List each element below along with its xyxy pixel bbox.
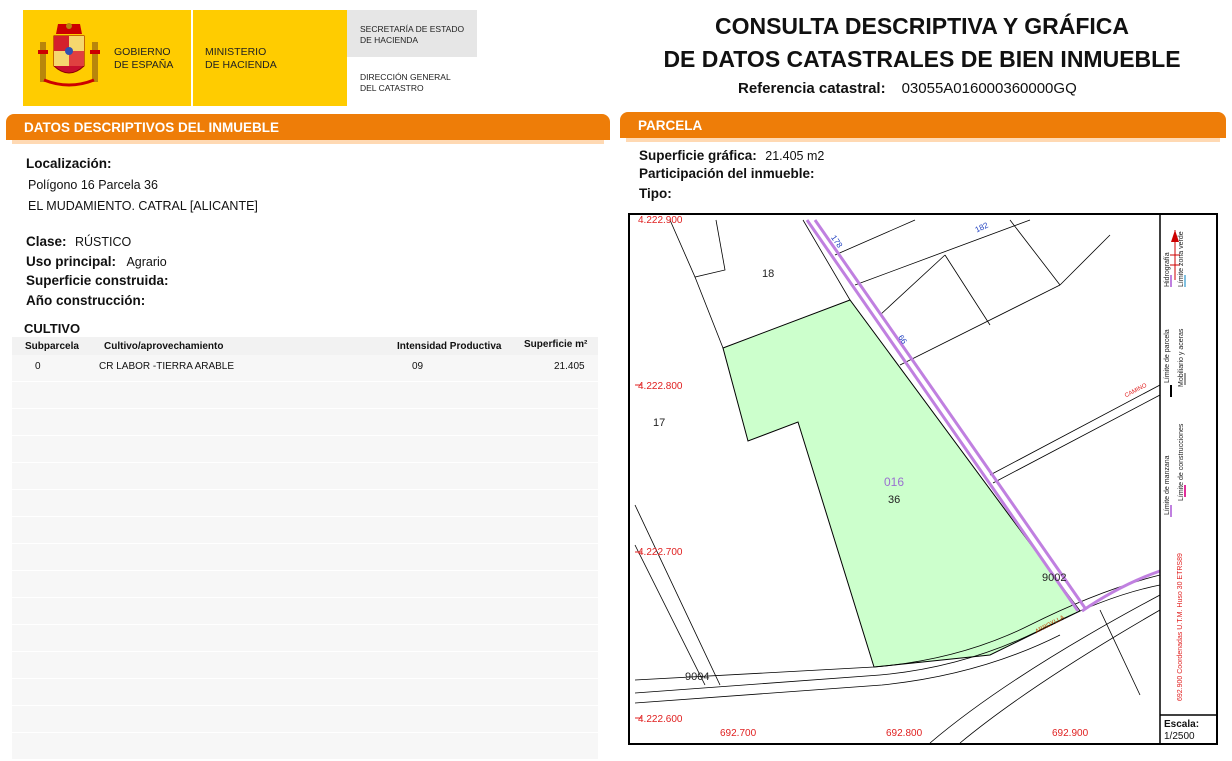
sup-grafica-label: Superficie gráfica: [639,148,757,163]
legend-col2b: Mobiliario y aceras [1178,329,1188,397]
table-row [12,517,598,544]
table-row [12,706,598,733]
localizacion-line1: Polígono 16 Parcela 36 [28,178,158,192]
legend-col1c: Hidrografía [1164,252,1174,297]
uso-label: Uso principal: [26,254,117,269]
table-row [12,625,598,652]
section-bar-shadow [626,138,1220,142]
localizacion-label: Localización: [26,156,112,171]
anio-construccion-label: Año construcción: [26,293,146,308]
x-coord: 692.900 [1052,728,1089,739]
coords-note: 692.900 Coordenadas U.T.M. Huso 30 ETRS8… [1177,553,1184,701]
cadastral-map[interactable]: 4.222.900 4.222.800 4.222.700 4.222.600 … [628,213,1218,745]
y-coord: 4.222.700 [638,547,683,558]
legend-mobiliario: Mobiliario y aceras [1178,328,1185,387]
table-row [12,679,598,706]
parcela-label: 36 [888,494,901,506]
clase-label: Clase: [26,234,67,249]
referencia-catastral: Referencia catastral: 03055A016000360000G… [738,80,1077,97]
scale-value: 1/2500 [1164,731,1195,742]
y-coord: 4.222.900 [638,215,683,226]
table-row [12,652,598,679]
legend-limite-construcciones: Límite de construcciones [1178,423,1185,501]
ref-label: Referencia catastral: [738,80,886,97]
clase-value: RÚSTICO [74,235,132,249]
x-coord: 692.700 [720,728,757,739]
coat-of-arms-icon [34,20,104,92]
legend-col2: Límite de construcciones [1178,424,1188,511]
legend-limite-parcela: Límite de parcela [1164,329,1171,383]
table-row [12,733,598,760]
gobierno-label: GOBIERNO DE ESPAÑA [114,46,174,71]
cell-subparcela: 0 [35,361,41,372]
table-row [12,571,598,598]
x-coord: 692.800 [886,728,923,739]
localizacion-line2: EL MUDAMIENTO. CATRAL [ALICANTE] [28,199,258,213]
section-bar-datos: DATOS DESCRIPTIVOS DEL INMUEBLE [6,114,610,140]
ministerio-label: MINISTERIO DE HACIENDA [205,46,277,71]
legend-zona-verde: Límite zona verde [1178,231,1185,287]
uso-row: Uso principal: Agrario [26,253,167,271]
legend-col1: Límite de manzana [1164,455,1174,525]
superficie-construida-label: Superficie construida: [26,273,169,288]
table-row [12,544,598,571]
scale-label: Escala: [1164,719,1200,730]
legend-limite-manzana: Límite de manzana [1164,455,1171,515]
parcel-9004-label: 9004 [685,671,710,683]
table-row [12,382,598,409]
y-coord: 4.222.600 [638,714,683,725]
direccion-label: DIRECCIÓN GENERAL DEL CATASTRO [360,72,451,93]
table-row [12,409,598,436]
parcel-9002-label: 9002 [1042,572,1067,584]
ref-value: 03055A016000360000GQ [901,80,1077,97]
tipo-label: Tipo: [639,186,672,201]
legend-hidrografia: Hidrografía [1164,252,1171,287]
y-coord: 4.222.800 [638,381,683,392]
legend-col1b: Límite de parcela [1164,329,1174,393]
section-bar-parcela: PARCELA [620,112,1226,138]
page-title: CONSULTA DESCRIPTIVA Y GRÁFICA DE DATOS … [663,13,1181,72]
parcel-18-label: 18 [762,268,775,280]
table-row [12,463,598,490]
superficie-grafica-row: Superficie gráfica: 21.405 m2 [639,147,824,165]
table-row [12,490,598,517]
cultivo-title: CULTIVO [24,321,81,336]
th-subparcela: Subparcela [25,341,79,352]
cultivo-table-header [12,337,598,355]
th-intensidad: Intensidad Productiva [397,341,502,352]
table-row [12,598,598,625]
section-bar-shadow [12,140,604,144]
legend-coords: 692.900 Coordenadas U.T.M. Huso 30 ETRS8… [1177,553,1187,711]
parcel-17-label: 17 [653,417,666,429]
header-divider [191,10,193,106]
cell-intensidad: 09 [412,361,424,372]
cell-cultivo: CR LABOR -TIERRA ARABLE [99,361,235,372]
poligono-label: 016 [884,475,905,489]
participacion-label: Participación del inmueble: [639,166,815,181]
uso-value: Agrario [126,255,167,269]
legend-col2c: Límite zona verde [1178,231,1188,297]
table-row [12,436,598,463]
clase-row: Clase: RÚSTICO [26,233,131,251]
map-drawing [634,215,1216,743]
th-superficie: Superficie m² [524,339,588,350]
sup-grafica-value: 21.405 m2 [765,149,825,163]
th-cultivo: Cultivo/aprovechamiento [104,341,224,352]
secretaria-label: SECRETARÍA DE ESTADO DE HACIENDA [360,24,465,45]
cell-superficie: 21.405 [554,361,585,372]
